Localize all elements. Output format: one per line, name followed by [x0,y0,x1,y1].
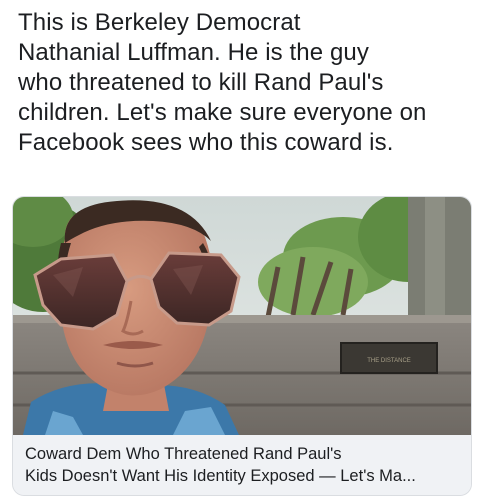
plaque-text: THE DISTANCE [367,358,411,364]
link-preview-caption[interactable]: Coward Dem Who Threatened Rand Paul's Ki… [13,435,471,495]
post-text: This is Berkeley Democrat Nathanial Luff… [18,8,473,158]
post-text-line: who threatened to kill Rand Paul's [18,69,384,96]
link-title-line: Kids Doesn't Want His Identity Exposed —… [25,467,416,485]
post-text-line: children. Let's make sure everyone on [18,99,427,126]
post-text-line: This is Berkeley Democrat [18,9,301,36]
link-preview-image[interactable]: THE DISTANCE [13,197,471,435]
post-text-line: Nathanial Luffman. He is the guy [18,39,369,66]
post-text-line: Facebook sees who this coward is. [18,129,394,156]
link-title-line: Coward Dem Who Threatened Rand Paul's [25,445,342,463]
link-preview-card[interactable]: THE DISTANCE Coward Dem Who Threatened R [12,196,472,496]
bench-plaque-icon: THE DISTANCE [340,342,438,374]
